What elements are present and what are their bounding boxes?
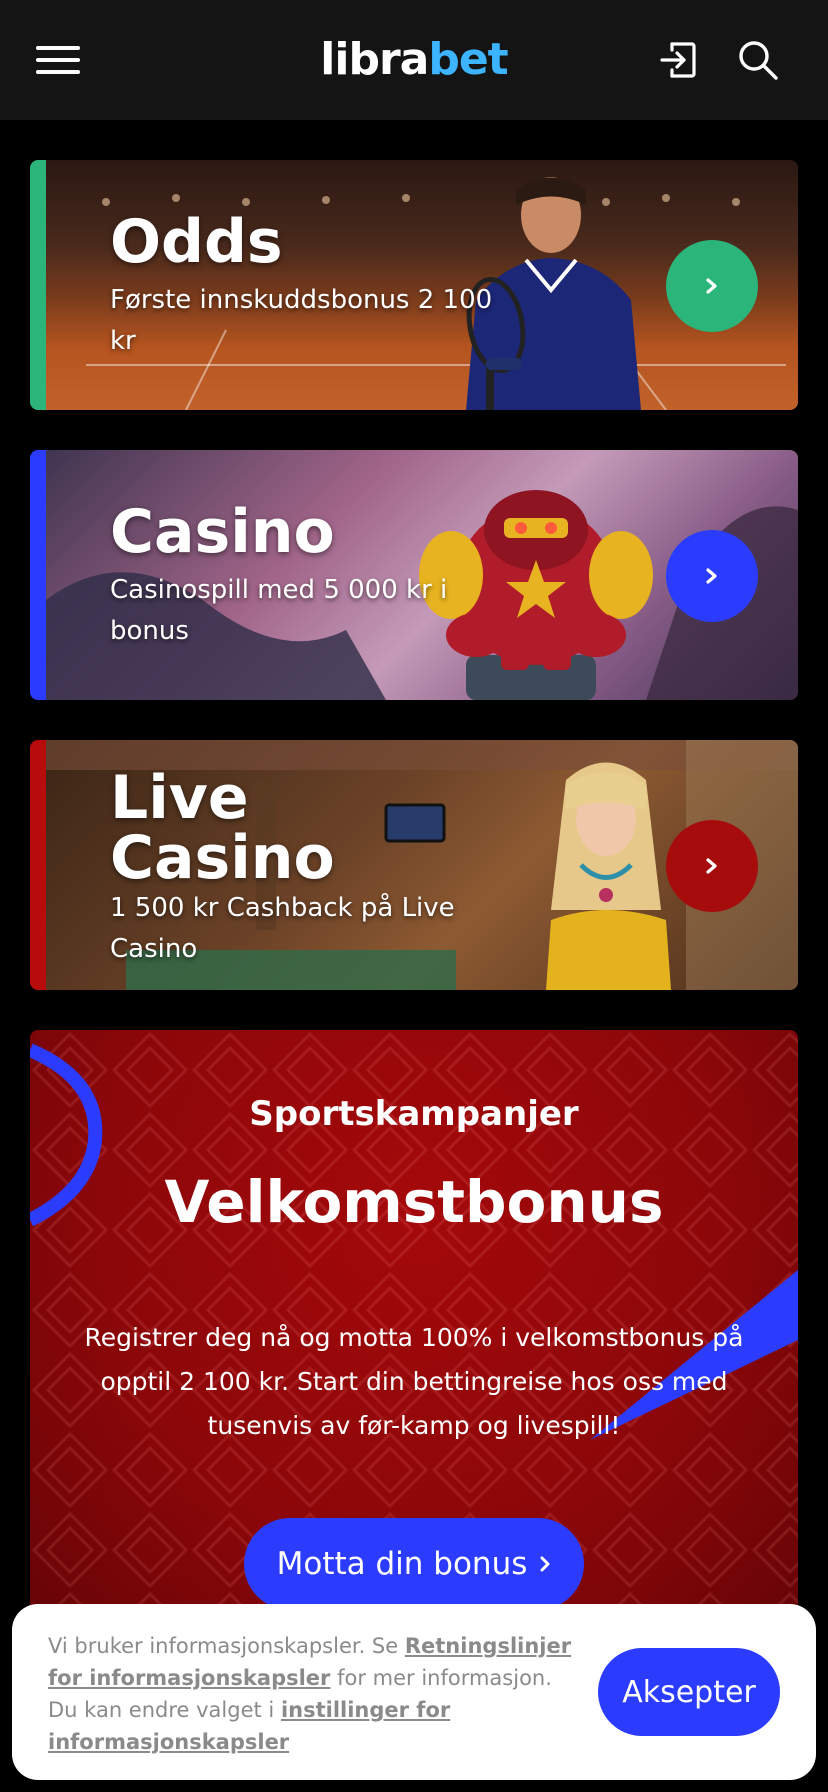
welcome-bonus-promo: Sportskampanjer Velkomstbonus Registrer …	[30, 1030, 798, 1630]
casino-accent-stripe	[30, 450, 46, 700]
casino-card-subtitle: Casinospill med 5 000 kr i bonus	[110, 575, 448, 646]
librabet-logo[interactable]: librabet	[0, 34, 828, 85]
cookie-consent-banner: Vi bruker informasjonskapsler. Se Retnin…	[12, 1604, 816, 1780]
claim-bonus-button[interactable]: Motta din bonus	[244, 1518, 584, 1610]
logo-text-primary: libra	[320, 34, 429, 85]
claim-bonus-label: Motta din bonus	[276, 1546, 528, 1582]
chevron-right-icon	[706, 858, 717, 874]
promo-headline: Velkomstbonus	[164, 1168, 664, 1236]
odds-accent-stripe	[30, 160, 46, 410]
promo-body-text: Registrer deg nå og motta 100% i velkoms…	[84, 1323, 744, 1440]
chevron-right-icon	[540, 1556, 550, 1572]
casino-arrow-button[interactable]	[666, 530, 758, 622]
cookie-consent-text: Vi bruker informasjonskapsler. Se Retnin…	[48, 1630, 578, 1758]
odds-card-subtitle: Første innskuddsbonus 2 100 kr	[110, 285, 493, 356]
live-casino-title-line2: Casino	[110, 823, 335, 893]
cookie-text-part1: Vi bruker informasjonskapsler. Se	[48, 1634, 405, 1658]
live-casino-card-subtitle: 1 500 kr Cashback på Live Casino	[110, 893, 455, 964]
odds-category-card[interactable]: Odds Første innskuddsbonus 2 100 kr	[30, 160, 798, 410]
live-casino-card-title: Live Casino	[110, 768, 335, 888]
search-icon[interactable]	[736, 38, 780, 82]
odds-card-title: Odds	[110, 207, 283, 277]
casino-category-card[interactable]: Casino Casinospill med 5 000 kr i bonus	[30, 450, 798, 700]
live-casino-arrow-button[interactable]	[666, 820, 758, 912]
odds-arrow-button[interactable]	[666, 240, 758, 332]
chevron-right-icon	[706, 278, 717, 294]
live-casino-category-card[interactable]: Live Casino 1 500 kr Cashback på Live Ca…	[30, 740, 798, 990]
chevron-right-icon	[706, 568, 717, 584]
live-casino-accent-stripe	[30, 740, 46, 990]
logo-text-accent: bet	[428, 34, 508, 85]
live-casino-title-line1: Live	[110, 763, 249, 833]
accept-cookies-button[interactable]: Aksepter	[598, 1648, 780, 1736]
promo-eyebrow: Sportskampanjer	[249, 1094, 579, 1134]
casino-card-title: Casino	[110, 497, 335, 567]
login-icon[interactable]	[656, 38, 700, 82]
dealer-figure	[546, 762, 671, 990]
top-header: librabet	[0, 0, 828, 120]
